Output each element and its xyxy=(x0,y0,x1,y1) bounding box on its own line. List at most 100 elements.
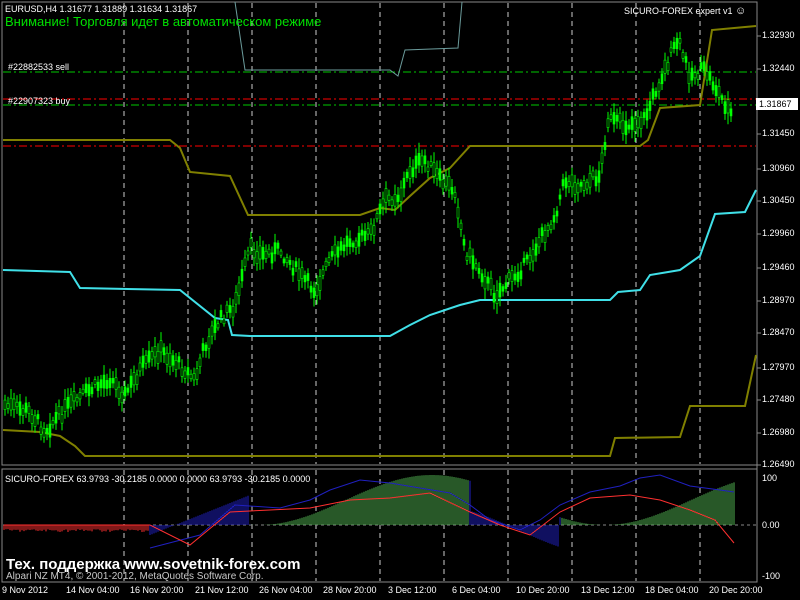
price-label: 1.27970 xyxy=(762,362,795,372)
candle-body xyxy=(351,242,355,248)
candle-body xyxy=(723,101,727,114)
candle-body xyxy=(342,244,346,252)
candle-body xyxy=(9,397,13,411)
candle-body xyxy=(147,350,151,363)
candle-body xyxy=(261,247,265,260)
candle-body xyxy=(198,357,202,367)
candle-body xyxy=(477,268,481,274)
candle-body xyxy=(468,247,472,258)
candle-body xyxy=(447,176,451,191)
candle-body xyxy=(78,392,82,400)
candle-body xyxy=(366,228,370,235)
candle-body xyxy=(375,213,379,220)
indicator-axis-minus100: -100 xyxy=(762,571,781,581)
candle-body xyxy=(129,375,133,388)
price-label: 1.29960 xyxy=(762,228,795,238)
candle-body xyxy=(600,152,604,164)
candle-body xyxy=(246,250,250,256)
candle-body xyxy=(393,194,397,207)
candle-body xyxy=(93,379,97,385)
candle-body xyxy=(594,176,598,187)
candle-body xyxy=(177,356,181,363)
candle-body xyxy=(564,177,568,189)
candle-body xyxy=(345,235,349,247)
candle-body xyxy=(459,222,463,230)
candle-body xyxy=(120,391,124,404)
candle-body xyxy=(15,401,19,408)
candle-body xyxy=(339,241,343,251)
candle-body xyxy=(627,124,631,130)
candle-body xyxy=(540,227,544,237)
candle-body xyxy=(69,394,73,408)
candle-body xyxy=(669,47,673,53)
candle-body xyxy=(402,177,406,189)
candle-body xyxy=(711,81,715,91)
time-label: 9 Nov 2012 xyxy=(2,585,49,595)
candle-body xyxy=(471,255,475,270)
candle-body xyxy=(186,367,190,376)
candle-body xyxy=(720,95,724,101)
current-price-tag: 1.31867 xyxy=(756,98,798,110)
candle-body xyxy=(195,368,199,380)
candle-body xyxy=(612,112,616,125)
candle-body xyxy=(75,397,79,403)
candle-body xyxy=(132,372,136,386)
candle-body xyxy=(498,282,502,298)
candle-body xyxy=(450,187,454,195)
candle-body xyxy=(558,194,562,200)
candle-body xyxy=(216,323,220,329)
candle-body xyxy=(474,263,478,269)
time-label: 18 Dec 04:00 xyxy=(645,585,699,595)
candle-body xyxy=(42,428,46,438)
time-label: 28 Nov 20:00 xyxy=(323,585,377,595)
candle-body xyxy=(303,275,307,283)
candle-body xyxy=(651,88,655,100)
price-label: 1.31450 xyxy=(762,128,795,138)
candle-body xyxy=(225,304,229,313)
time-label: 10 Dec 20:00 xyxy=(516,585,570,595)
candle-body xyxy=(51,420,55,426)
candle-body xyxy=(207,336,211,349)
candle-body xyxy=(135,374,139,385)
candle-body xyxy=(588,173,592,188)
candle-body xyxy=(252,249,256,259)
candle-body xyxy=(510,270,514,282)
candle-body xyxy=(639,116,643,129)
indicator-axis-100: 100 xyxy=(762,473,778,483)
candle-body xyxy=(18,401,22,416)
candle-body xyxy=(258,245,262,260)
candle-body xyxy=(576,183,580,194)
candle-body xyxy=(699,62,703,70)
expert-name[interactable]: SICURO-FOREX expert v1 ☺ xyxy=(624,5,746,17)
candle-body xyxy=(276,242,280,249)
candle-body xyxy=(60,414,64,424)
candle-body xyxy=(621,120,625,134)
candle-body xyxy=(57,405,61,415)
candle-body xyxy=(183,370,187,379)
candle-body xyxy=(675,37,679,50)
candle-body xyxy=(528,254,532,264)
time-label: 13 Dec 12:00 xyxy=(581,585,635,595)
candle-body xyxy=(546,225,550,231)
price-label: 1.26490 xyxy=(762,459,795,469)
candle-body xyxy=(144,354,148,364)
candle-body xyxy=(384,188,388,203)
candle-body xyxy=(84,383,88,393)
candle-body xyxy=(222,318,226,325)
candle-body xyxy=(462,238,466,246)
candle-body xyxy=(360,229,364,236)
candle-body xyxy=(654,91,658,97)
candle-body xyxy=(678,38,682,44)
candle-body xyxy=(213,318,217,333)
candle-body xyxy=(396,194,400,203)
candle-body xyxy=(399,187,403,202)
candle-body xyxy=(489,277,493,291)
candle-body xyxy=(369,223,373,235)
chart-canvas[interactable] xyxy=(0,0,800,600)
candle-body xyxy=(153,346,157,358)
candle-body xyxy=(672,41,676,49)
candle-body xyxy=(336,246,340,258)
candle-body xyxy=(642,112,646,118)
candle-body xyxy=(279,250,283,256)
main-chart-frame xyxy=(1,1,758,466)
